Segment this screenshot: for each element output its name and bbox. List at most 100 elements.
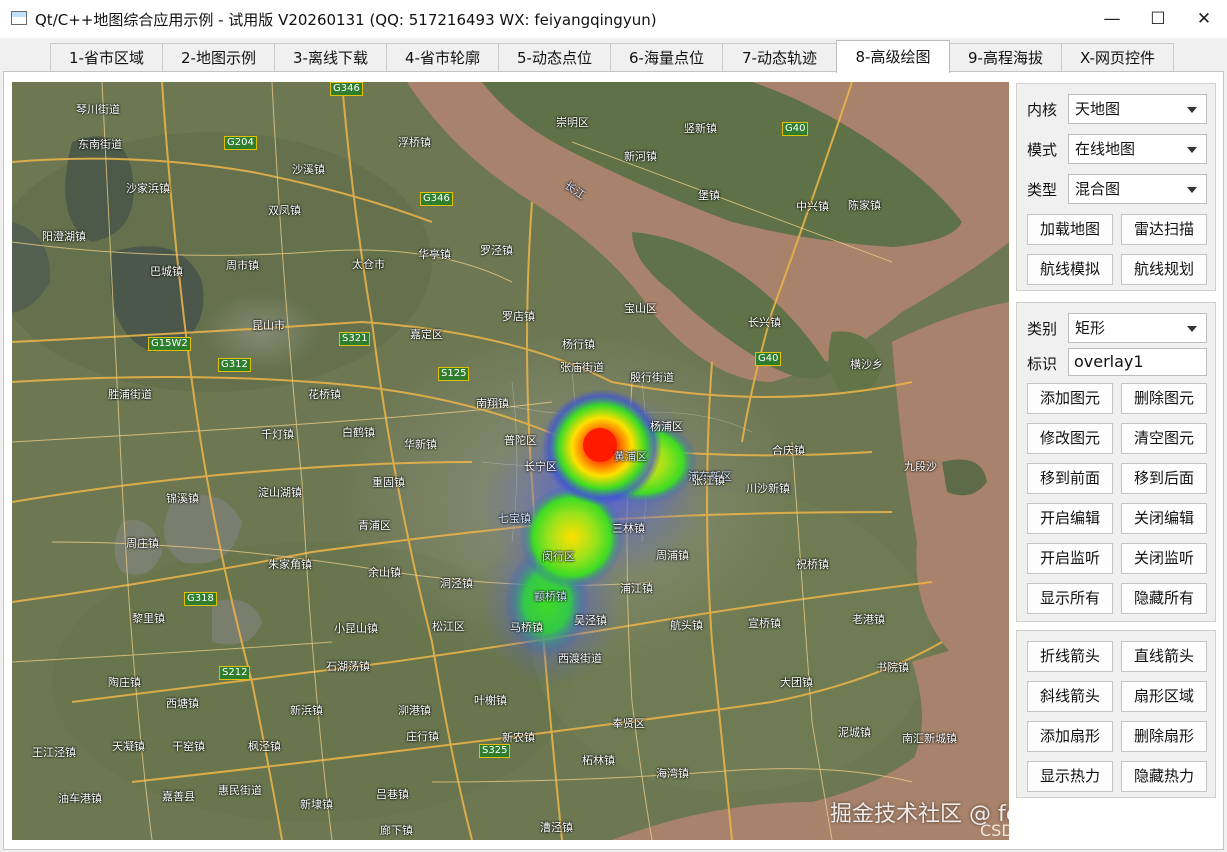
send-to-back-button[interactable]: 移到后面 — [1121, 463, 1207, 494]
show-all-button[interactable]: 显示所有 — [1027, 583, 1113, 614]
map-label: 余山镇 — [368, 566, 401, 579]
tab-web-control[interactable]: X-网页控件 — [1061, 43, 1174, 72]
map-label: 石湖荡镇 — [326, 660, 370, 673]
add-sector-button[interactable]: 添加扇形 — [1027, 721, 1113, 752]
map-label: 横沙乡 — [850, 358, 883, 371]
map-label: 沙家浜镇 — [126, 182, 170, 195]
maximize-button[interactable]: ☐ — [1135, 0, 1181, 38]
overlay-id-input[interactable]: overlay1 — [1068, 348, 1207, 376]
load-map-button[interactable]: 加载地图 — [1027, 214, 1113, 245]
map-label: 川沙新镇 — [746, 482, 790, 495]
delete-sector-button[interactable]: 删除扇形 — [1121, 721, 1207, 752]
map-label: 西渡街道 — [558, 652, 602, 665]
category-select[interactable]: 矩形 — [1068, 313, 1207, 343]
map-label: 青浦区 — [358, 519, 391, 532]
road-shield: G40 — [782, 122, 809, 136]
map-label: 西塘镇 — [166, 697, 199, 710]
enable-edit-button[interactable]: 开启编辑 — [1027, 503, 1113, 534]
map-label: 马桥镇 — [510, 621, 543, 634]
kernel-select[interactable]: 天地图 — [1068, 94, 1207, 124]
map-label: 白鹤镇 — [342, 426, 375, 439]
tab-map-example[interactable]: 2-地图示例 — [162, 43, 275, 72]
route-simulation-button[interactable]: 航线模拟 — [1027, 254, 1113, 285]
map-label: 松江区 — [432, 620, 465, 633]
tab-advanced-drawing[interactable]: 8-高级绘图 — [836, 40, 950, 73]
map-label: 阳澄湖镇 — [42, 230, 86, 243]
map-label: 昆山市 — [252, 319, 285, 332]
road-shield: G346 — [420, 192, 453, 206]
map-label: 长兴镇 — [748, 316, 781, 329]
map-label: 陈家镇 — [848, 199, 881, 212]
map-label: 泥城镇 — [838, 726, 871, 739]
chevron-down-icon — [1187, 326, 1197, 332]
map-label: 老港镇 — [852, 613, 885, 626]
map-label: 天凝镇 — [112, 740, 145, 753]
map-label: 双凤镇 — [268, 204, 301, 217]
slant-arrow-button[interactable]: 斜线箭头 — [1027, 681, 1113, 712]
app-window: Qt/C++地图综合应用示例 - 试用版 V20260131 (QQ: 5172… — [0, 0, 1227, 852]
map-label: 枫泾镇 — [248, 740, 281, 753]
clear-overlays-button[interactable]: 清空图元 — [1121, 423, 1207, 454]
show-heatmap-button[interactable]: 显示热力 — [1027, 761, 1113, 792]
road-shield: S325 — [479, 744, 511, 758]
close-button[interactable]: ✕ — [1181, 0, 1227, 38]
map-label: 黄浦区 — [614, 450, 647, 463]
tab-province-region[interactable]: 1-省市区域 — [50, 43, 163, 72]
polyline-arrow-button[interactable]: 折线箭头 — [1027, 641, 1113, 672]
id-label: 标识 — [1027, 355, 1058, 373]
map-label: 堡镇 — [698, 189, 720, 202]
map-label: 殷行街道 — [630, 371, 674, 384]
map-label: 周浦镇 — [656, 549, 689, 562]
road-shield: G204 — [224, 136, 257, 150]
map-view[interactable]: G346 G204 G346 G40 G15W2 G312 S321 S125 … — [12, 82, 1009, 840]
disable-listen-button[interactable]: 关闭监听 — [1121, 543, 1207, 574]
tab-dynamic-track[interactable]: 7-动态轨迹 — [722, 43, 837, 72]
radar-scan-button[interactable]: 雷达扫描 — [1121, 214, 1207, 245]
route-planning-button[interactable]: 航线规划 — [1121, 254, 1207, 285]
minimize-button[interactable]: — — [1089, 0, 1135, 38]
map-label: 宣桥镇 — [748, 617, 781, 630]
road-shield: G40 — [755, 352, 782, 366]
sector-area-button[interactable]: 扇形区域 — [1121, 681, 1207, 712]
bring-to-front-button[interactable]: 移到前面 — [1027, 463, 1113, 494]
map-label: 周庄镇 — [126, 537, 159, 550]
map-label: 廊下镇 — [380, 824, 413, 837]
disable-edit-button[interactable]: 关闭编辑 — [1121, 503, 1207, 534]
map-label: 花桥镇 — [308, 388, 341, 401]
map-label: 华亭镇 — [418, 248, 451, 261]
tab-massive-points[interactable]: 6-海量点位 — [610, 43, 723, 72]
road-shield: G15W2 — [148, 337, 191, 351]
map-label: 杨浦区 — [650, 420, 683, 433]
type-select[interactable]: 混合图 — [1068, 174, 1207, 204]
map-label: 油车港镇 — [58, 792, 102, 805]
tab-elevation[interactable]: 9-高程海拔 — [949, 43, 1062, 72]
map-label: 华新镇 — [404, 438, 437, 451]
chevron-down-icon — [1187, 107, 1197, 113]
tab-offline-download[interactable]: 3-离线下载 — [274, 43, 387, 72]
map-label: 海湾镇 — [656, 767, 689, 780]
mode-select[interactable]: 在线地图 — [1068, 134, 1207, 164]
map-label: 新浜镇 — [290, 704, 323, 717]
tab-dynamic-points[interactable]: 5-动态点位 — [498, 43, 611, 72]
map-label: 千灯镇 — [261, 428, 294, 441]
map-label: 南汇新城镇 — [902, 732, 957, 745]
category-label: 类别 — [1027, 320, 1058, 338]
modify-overlay-button[interactable]: 修改图元 — [1027, 423, 1113, 454]
road-shield: S212 — [219, 666, 251, 680]
map-label: 胜浦街道 — [108, 388, 152, 401]
add-overlay-button[interactable]: 添加图元 — [1027, 383, 1113, 414]
enable-listen-button[interactable]: 开启监听 — [1027, 543, 1113, 574]
map-label: 长宁区 — [524, 460, 557, 473]
map-label: 洞泾镇 — [440, 577, 473, 590]
tab-province-outline[interactable]: 4-省市轮廓 — [386, 43, 499, 72]
hide-all-button[interactable]: 隐藏所有 — [1121, 583, 1207, 614]
straight-arrow-button[interactable]: 直线箭头 — [1121, 641, 1207, 672]
map-label: 浮桥镇 — [398, 136, 431, 149]
hide-heatmap-button[interactable]: 隐藏热力 — [1121, 761, 1207, 792]
map-label: 漕泾镇 — [540, 821, 573, 834]
map-label: 南翔镇 — [476, 397, 509, 410]
delete-overlay-button[interactable]: 删除图元 — [1121, 383, 1207, 414]
tab-bar: 1-省市区域 2-地图示例 3-离线下载 4-省市轮廓 5-动态点位 6-海量点… — [0, 38, 1227, 73]
map-label: 泖港镇 — [398, 704, 431, 717]
map-label: 太仓市 — [352, 258, 385, 271]
